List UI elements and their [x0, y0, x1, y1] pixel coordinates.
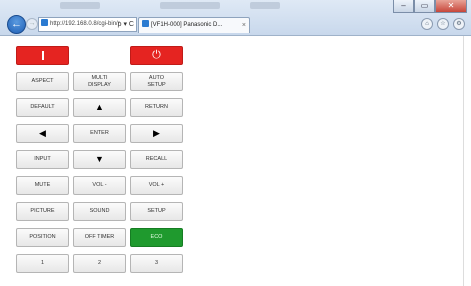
ie-page-icon: [142, 20, 149, 27]
input-button[interactable]: INPUT: [16, 150, 69, 169]
right-button[interactable]: ▶: [130, 124, 183, 143]
volume-up-button[interactable]: VOL +: [130, 176, 183, 195]
close-window-button[interactable]: ✕: [435, 0, 467, 13]
up-arrow-icon: ▲: [95, 102, 104, 112]
sound-button[interactable]: SOUND: [73, 202, 126, 221]
power-on-button[interactable]: ⏻: [130, 46, 183, 65]
recall-button[interactable]: RECALL: [130, 150, 183, 169]
back-button[interactable]: ←: [7, 15, 26, 34]
power-off-icon: [41, 51, 44, 60]
tab-title: [VF1H-000] Panasonic D...: [151, 22, 223, 28]
power-icon: ⏻: [152, 49, 161, 61]
aspect-button[interactable]: ASPECT: [16, 72, 69, 91]
address-url: http://192.168.0.8/cgi-bin/r: [50, 21, 120, 27]
down-button[interactable]: ▼: [73, 150, 126, 169]
window-controls: – ▭ ✕: [393, 0, 467, 13]
gear-icon[interactable]: ⚙: [453, 18, 465, 30]
enter-button[interactable]: ENTER: [73, 124, 126, 143]
off-timer-button[interactable]: OFF TIMER: [73, 228, 126, 247]
right-arrow-icon: ▶: [153, 128, 160, 138]
star-icon[interactable]: ☆: [437, 18, 449, 30]
navigation-row: ← → http://192.168.0.8/cgi-bin/r ρ ▾ C […: [0, 14, 471, 34]
auto-setup-button[interactable]: AUTO SETUP: [130, 72, 183, 91]
address-controls[interactable]: ρ ▾ C: [118, 18, 134, 31]
forward-button[interactable]: →: [26, 18, 38, 30]
return-button[interactable]: RETURN: [130, 98, 183, 117]
multi-display-button[interactable]: MULTI DISPLAY: [73, 72, 126, 91]
browser-chrome: – ▭ ✕ ← → http://192.168.0.8/cgi-bin/r ρ…: [0, 0, 471, 36]
home-icon[interactable]: ⌂: [421, 18, 433, 30]
title-bar: – ▭ ✕: [0, 0, 471, 14]
up-button[interactable]: ▲: [73, 98, 126, 117]
title-bar-blur: [60, 2, 100, 9]
picture-button[interactable]: PICTURE: [16, 202, 69, 221]
page-content: ⏻ ASPECT MULTI DISPLAY AUTO SETUP DEFAUL…: [0, 36, 471, 286]
left-button[interactable]: ◀: [16, 124, 69, 143]
setup-button[interactable]: SETUP: [130, 202, 183, 221]
down-arrow-icon: ▼: [95, 154, 104, 164]
page-edge-divider: [463, 36, 464, 286]
eco-button[interactable]: ECO: [130, 228, 183, 247]
default-button[interactable]: DEFAULT: [16, 98, 69, 117]
maximize-button[interactable]: ▭: [414, 0, 435, 13]
volume-down-button[interactable]: VOL -: [73, 176, 126, 195]
minimize-button[interactable]: –: [393, 0, 414, 13]
tab-close-button[interactable]: ×: [242, 18, 246, 33]
power-off-button[interactable]: [16, 46, 69, 65]
number-3-button[interactable]: 3: [130, 254, 183, 273]
ie-page-icon: [41, 19, 48, 26]
number-1-button[interactable]: 1: [16, 254, 69, 273]
number-2-button[interactable]: 2: [73, 254, 126, 273]
title-bar-blur: [160, 2, 220, 9]
browser-tab[interactable]: [VF1H-000] Panasonic D... ×: [138, 17, 250, 33]
left-arrow-icon: ◀: [39, 128, 46, 138]
position-button[interactable]: POSITION: [16, 228, 69, 247]
browser-tools: ⌂ ☆ ⚙: [421, 18, 465, 30]
title-bar-blur: [250, 2, 280, 9]
address-bar[interactable]: http://192.168.0.8/cgi-bin/r ρ ▾ C: [38, 17, 137, 32]
mute-button[interactable]: MUTE: [16, 176, 69, 195]
